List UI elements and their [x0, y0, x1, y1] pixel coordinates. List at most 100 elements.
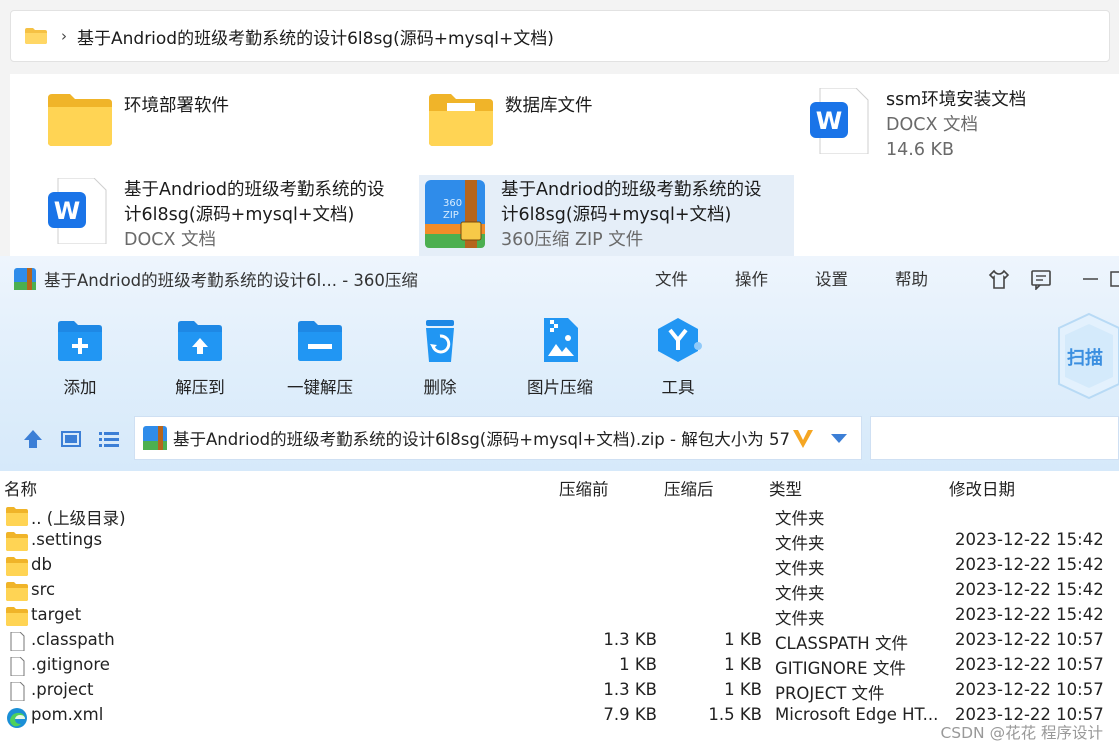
- explorer-item-zip[interactable]: 360 ZIP 基于Andriod的班级考勤系统的设 计6l8sg(源码+mysq…: [419, 175, 794, 261]
- add-label: 添加: [63, 378, 97, 397]
- col-compressed-before[interactable]: 压缩前: [559, 476, 609, 500]
- folder-icon: [6, 607, 28, 626]
- feedback-icon[interactable]: [1030, 268, 1052, 290]
- dropdown-arrow-icon[interactable]: [831, 434, 847, 443]
- row-type: 文件夹: [775, 584, 825, 603]
- table-row[interactable]: .project 1.3 KB 1 KB PROJECT 文件 2023-12-22 1…: [0, 679, 1119, 704]
- one-click-extract-label: 一键解压: [287, 378, 353, 397]
- row-date: 2023-12-22 15:42: [955, 580, 1104, 599]
- zip-archive-icon: 360 ZIP: [425, 178, 491, 248]
- extract-to-button[interactable]: 解压到: [150, 316, 250, 398]
- breadcrumb[interactable]: 基于Andriod的班级考勤系统的设计6l8sg(源码+mysql+文档): [77, 24, 554, 49]
- explorer-item-env-software[interactable]: 环境部署软件: [48, 94, 388, 156]
- row-size-after: 1 KB: [724, 655, 762, 674]
- row-size-after: 1 KB: [724, 630, 762, 649]
- item-label: 数据库文件: [505, 96, 593, 116]
- word-doc-icon: W: [810, 87, 876, 155]
- delete-button[interactable]: 删除: [390, 316, 490, 398]
- table-row[interactable]: target 文件夹 2023-12-22 15:42: [0, 604, 1119, 629]
- scan-button[interactable]: 扫描: [1055, 312, 1119, 400]
- zip-search-input[interactable]: [870, 416, 1119, 460]
- file-icon: [6, 681, 28, 702]
- list-view-icon[interactable]: [96, 426, 122, 452]
- col-compressed-after[interactable]: 压缩后: [664, 476, 714, 500]
- item-size: 14.6 KB: [886, 140, 955, 160]
- folder-with-file-icon: [429, 94, 495, 154]
- row-type: 文件夹: [775, 609, 825, 628]
- col-modified[interactable]: 修改日期: [949, 476, 1015, 500]
- add-button[interactable]: 添加: [30, 316, 130, 398]
- row-name: .project: [31, 680, 94, 699]
- item-label-line2: 计6l8sg(源码+mysql+文档): [501, 205, 732, 225]
- row-size-before: 1.3 KB: [603, 630, 657, 649]
- col-name[interactable]: 名称: [4, 476, 37, 500]
- breadcrumb-chevron-icon: ›: [61, 27, 67, 45]
- table-row[interactable]: src 文件夹 2023-12-22 15:42: [0, 579, 1119, 604]
- image-compress-button[interactable]: 图片压缩: [510, 316, 610, 398]
- recycle-bin-icon: [416, 316, 464, 364]
- row-date: 2023-12-22 15:42: [955, 605, 1104, 624]
- skin-shirt-icon[interactable]: [988, 268, 1010, 290]
- one-click-extract-button[interactable]: 一键解压: [270, 316, 370, 398]
- row-name: target: [31, 605, 82, 624]
- item-label: ssm环境安装文档: [886, 90, 1027, 110]
- explorer-item-design-doc[interactable]: W 基于Andriod的班级考勤系统的设 计6l8sg(源码+mysql+文档)…: [48, 177, 408, 260]
- row-date: 2023-12-22 15:42: [955, 530, 1104, 549]
- svg-text:360: 360: [443, 198, 462, 209]
- item-type: 360压缩 ZIP 文件: [501, 230, 644, 250]
- explorer-file-view: 环境部署软件 数据库文件 W ssm环境安装文档 DOCX 文档 14.6 KB…: [0, 74, 1119, 264]
- explorer-item-ssm-doc[interactable]: W ssm环境安装文档 DOCX 文档 14.6 KB: [810, 87, 1110, 168]
- table-row[interactable]: .. (上级目录) 文件夹: [0, 504, 1119, 529]
- row-type: 文件夹: [775, 559, 825, 578]
- row-name: .gitignore: [31, 655, 110, 674]
- row-type: GITIGNORE 文件: [775, 659, 906, 678]
- watermark: CSDN @花花 程序设计: [940, 724, 1103, 742]
- row-date: 2023-12-22 15:42: [955, 555, 1104, 574]
- item-label: 基于Andriod的班级考勤系统的设: [124, 180, 385, 200]
- row-type: 文件夹: [775, 509, 825, 528]
- extract-to-label: 解压到: [175, 378, 225, 397]
- col-type[interactable]: 类型: [769, 476, 802, 500]
- folder-icon: [25, 28, 47, 44]
- thumbnail-view-icon[interactable]: [58, 426, 84, 452]
- row-type: Microsoft Edge HT...: [775, 705, 939, 724]
- explorer-address-bar[interactable]: › 基于Andriod的班级考勤系统的设计6l8sg(源码+mysql+文档): [10, 10, 1110, 62]
- zip-window: 基于Andriod的班级考勤系统的设计6l... - 360压缩 文件 操作 设…: [0, 256, 1119, 749]
- row-size-after: 1 KB: [724, 680, 762, 699]
- row-date: 2023-12-22 10:57: [955, 655, 1104, 674]
- menu-operate[interactable]: 操作: [735, 266, 768, 290]
- menu-help[interactable]: 帮助: [895, 266, 928, 290]
- table-row[interactable]: .settings 文件夹 2023-12-22 15:42: [0, 529, 1119, 554]
- folder-icon: [6, 582, 28, 601]
- tools-label: 工具: [661, 378, 695, 397]
- zip-app-icon: [14, 268, 36, 290]
- tools-button[interactable]: 工具: [628, 316, 728, 398]
- row-type: CLASSPATH 文件: [775, 634, 908, 653]
- up-arrow-icon[interactable]: [20, 426, 46, 452]
- minimize-icon[interactable]: [1080, 268, 1102, 290]
- folder-icon: [6, 532, 28, 551]
- table-row[interactable]: .gitignore 1 KB 1 KB GITIGNORE 文件 2023-12-22…: [0, 654, 1119, 679]
- table-row[interactable]: db 文件夹 2023-12-22 15:42: [0, 554, 1119, 579]
- file-icon: [6, 656, 28, 677]
- svg-text:W: W: [816, 107, 842, 135]
- row-type: PROJECT 文件: [775, 684, 885, 703]
- folder-icon: [48, 94, 114, 154]
- row-size-before: 1.3 KB: [603, 680, 657, 699]
- row-name: .classpath: [31, 630, 115, 649]
- zip-address-box[interactable]: 基于Andriod的班级考勤系统的设计6l8sg(源码+mysql+文档).zi…: [134, 416, 862, 460]
- menu-settings[interactable]: 设置: [815, 266, 848, 290]
- word-doc-icon: W: [48, 177, 114, 245]
- file-icon: [6, 631, 28, 652]
- zip-nav-row: 基于Andriod的班级考勤系统的设计6l8sg(源码+mysql+文档).zi…: [0, 416, 1119, 464]
- window-title: 基于Andriod的班级考勤系统的设计6l... - 360压缩: [44, 271, 418, 290]
- zip-header: 基于Andriod的班级考勤系统的设计6l... - 360压缩 文件 操作 设…: [0, 256, 1119, 471]
- explorer-item-db-files[interactable]: 数据库文件: [429, 94, 769, 156]
- row-name: .settings: [31, 530, 103, 549]
- item-label: 基于Andriod的班级考勤系统的设: [501, 180, 762, 200]
- table-row[interactable]: .classpath 1.3 KB 1 KB CLASSPATH 文件 2023-12-…: [0, 629, 1119, 654]
- row-date: 2023-12-22 10:57: [955, 630, 1104, 649]
- menu-file[interactable]: 文件: [655, 266, 688, 290]
- zip-address-text: 基于Andriod的班级考勤系统的设计6l8sg(源码+mysql+文档).zi…: [173, 430, 790, 449]
- maximize-icon[interactable]: [1108, 268, 1119, 290]
